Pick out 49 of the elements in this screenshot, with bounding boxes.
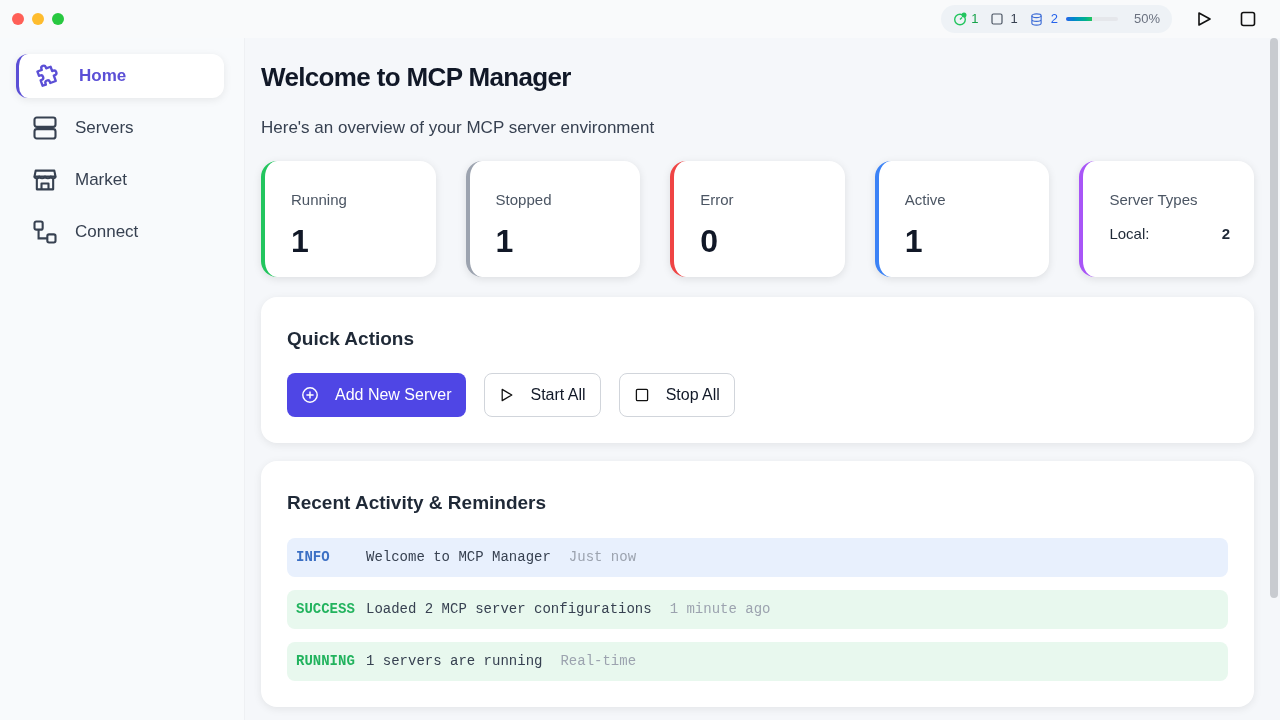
running-count: 1 [971, 10, 979, 29]
connect-icon [31, 218, 59, 246]
usage-percent: 50% [1133, 10, 1160, 29]
stat-label: Server Types [1109, 189, 1199, 210]
server-icon [31, 114, 59, 142]
minimize-window-button[interactable] [32, 13, 44, 25]
sidebar-item[interactable]: Home [16, 54, 224, 98]
close-window-button[interactable] [12, 13, 24, 25]
add-server-button[interactable]: Add New Server [287, 373, 466, 417]
activity-time: 1 minute ago [669, 599, 771, 619]
activity-tag: RUNNING [296, 650, 366, 672]
stat-value: 0 [700, 222, 719, 261]
scrollbar[interactable] [1270, 38, 1278, 598]
activity-tag: INFO [296, 546, 366, 568]
activity-message: Loaded 2 MCP server configurations [366, 599, 652, 619]
stat-value: 1 [904, 222, 924, 261]
stopped-count: 1 [1010, 10, 1018, 29]
action-button[interactable]: Start All [483, 373, 601, 417]
activity-message: 1 servers are running [366, 651, 543, 671]
stat-label: Stopped [495, 189, 553, 210]
activity-tag: SUCCESS [296, 598, 366, 620]
stat-label: Active [904, 189, 947, 210]
section-title: Recent Activity & Reminders [287, 491, 548, 515]
sidebar-item[interactable]: Market [16, 158, 224, 202]
sidebar-item[interactable]: Servers [16, 106, 224, 150]
stopped-status-icon [990, 13, 1003, 25]
stat-value: 1 [495, 222, 515, 261]
server-count: 2 [1050, 10, 1058, 29]
type-label: Local: [1109, 224, 1150, 244]
running-status-icon [953, 12, 968, 26]
maximize-window-button[interactable] [52, 13, 64, 25]
page-subtitle: Here's an overview of your MCP server environment [261, 117, 656, 139]
sidebar-item[interactable]: Connect [16, 210, 224, 254]
stat-label: Running [291, 189, 348, 210]
activity-message: Welcome to MCP Manager [366, 547, 551, 567]
stop-icon[interactable] [1240, 11, 1256, 27]
plus-circle-icon [301, 386, 319, 404]
play-icon[interactable] [1196, 11, 1212, 27]
usage-bar [1065, 17, 1118, 21]
type-count: 2 [1221, 224, 1230, 244]
activity-time: Real-time [560, 651, 637, 671]
stat-label: Error [700, 189, 735, 210]
stop-icon [633, 387, 650, 403]
activity-time: Just now [568, 547, 637, 567]
stat-value: 1 [291, 222, 310, 261]
action-button[interactable]: Stop All [618, 373, 735, 417]
section-title: Quick Actions [287, 326, 416, 351]
database-icon [1029, 12, 1043, 26]
page-title: Welcome to MCP Manager [261, 61, 572, 94]
